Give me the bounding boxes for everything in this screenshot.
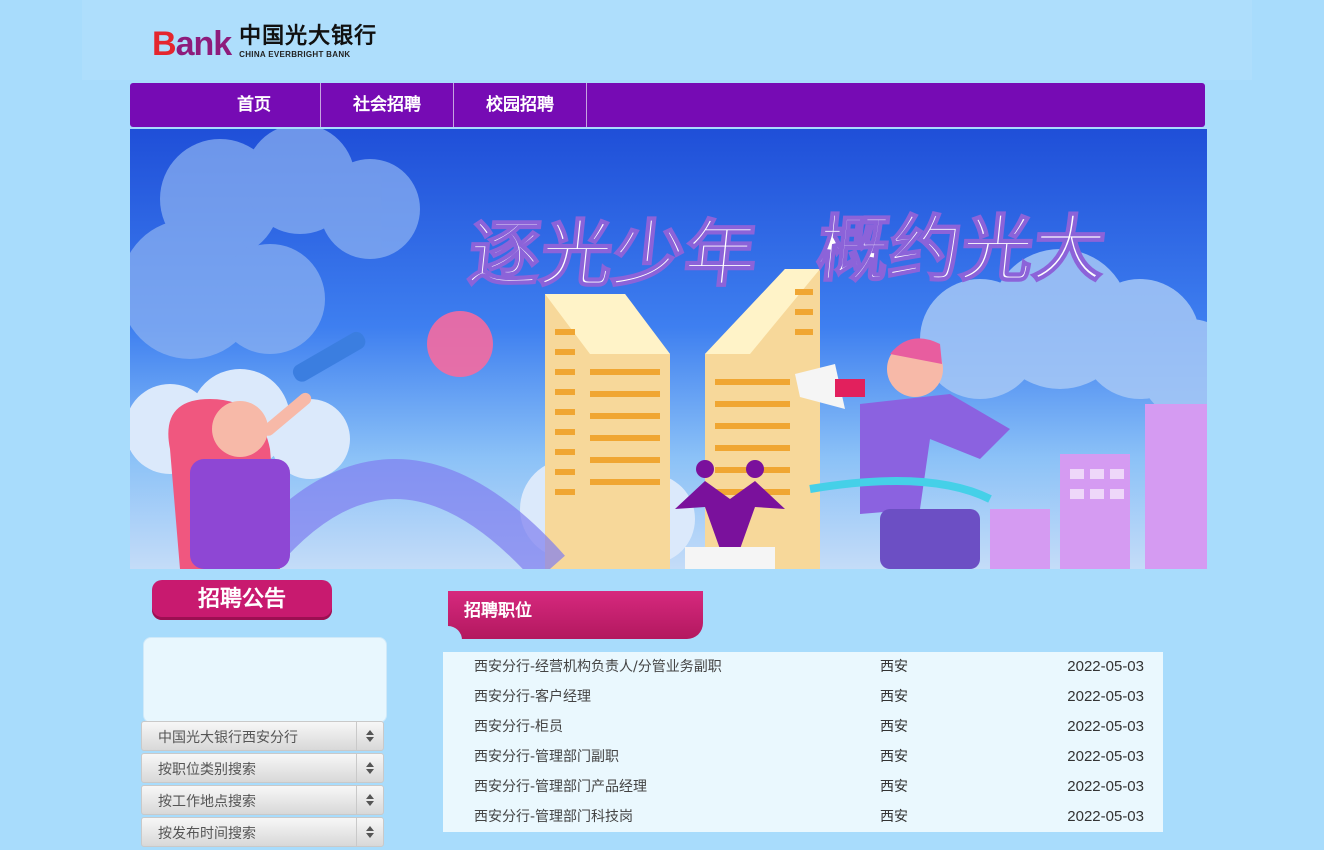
logo-chinese-name: 中国光大银行 bbox=[239, 24, 378, 49]
logo-english-name: CHINA EVERBRIGHT BANK bbox=[239, 50, 351, 59]
job-row[interactable]: 西安分行-客户经理 西安 2022-05-03 bbox=[443, 682, 1163, 712]
job-title[interactable]: 西安分行-客户经理 bbox=[474, 682, 591, 712]
select-arrows-icon bbox=[356, 754, 383, 782]
select-arrows-icon bbox=[356, 786, 383, 814]
job-date: 2022-05-03 bbox=[1067, 658, 1144, 675]
branch-select-value: 中国光大银行西安分行 bbox=[158, 730, 298, 746]
job-city: 西安 bbox=[880, 689, 908, 705]
job-city: 西安 bbox=[880, 809, 908, 825]
banner-slogan-right: 概约光大 bbox=[813, 208, 1110, 292]
notice-panel bbox=[143, 637, 387, 723]
job-category-select[interactable]: 按职位类别搜索 bbox=[141, 753, 384, 783]
job-row[interactable]: 西安分行-管理部门产品经理 西安 2022-05-03 bbox=[443, 772, 1163, 802]
notice-tab[interactable]: 招聘公告 bbox=[152, 580, 332, 620]
job-title[interactable]: 西安分行-管理部门副职 bbox=[474, 742, 619, 772]
publish-time-select-value: 按发布时间搜索 bbox=[158, 826, 256, 842]
work-location-select-value: 按工作地点搜索 bbox=[158, 794, 256, 810]
job-city: 西安 bbox=[880, 719, 908, 735]
select-arrows-icon bbox=[356, 722, 383, 750]
job-row[interactable]: 西安分行-管理部门科技岗 西安 2022-05-03 bbox=[443, 802, 1163, 832]
nav-social-recruitment[interactable]: 社会招聘 bbox=[321, 83, 454, 127]
job-title[interactable]: 西安分行-经营机构负责人/分管业务副职 bbox=[474, 652, 722, 682]
job-date: 2022-05-03 bbox=[1067, 808, 1144, 825]
job-city: 西安 bbox=[880, 749, 908, 765]
job-date: 2022-05-03 bbox=[1067, 718, 1144, 735]
job-date: 2022-05-03 bbox=[1067, 778, 1144, 795]
job-row[interactable]: 西安分行-经营机构负责人/分管业务副职 西安 2022-05-03 bbox=[443, 652, 1163, 682]
select-arrows-icon bbox=[356, 818, 383, 846]
filter-panel: 中国光大银行西安分行 按职位类别搜索 按工作地点搜索 按发布时间搜索 bbox=[141, 721, 384, 849]
job-title[interactable]: 西安分行-管理部门科技岗 bbox=[474, 802, 633, 832]
job-date: 2022-05-03 bbox=[1067, 748, 1144, 765]
banner-slogan-left: 逐光少年 bbox=[464, 213, 761, 297]
job-category-select-value: 按职位类别搜索 bbox=[158, 762, 256, 778]
publish-time-select[interactable]: 按发布时间搜索 bbox=[141, 817, 384, 847]
job-list: 西安分行-经营机构负责人/分管业务副职 西安 2022-05-03 西安分行-客… bbox=[443, 652, 1163, 832]
nav-home[interactable]: 首页 bbox=[188, 83, 321, 127]
jobs-tab[interactable]: 招聘职位 bbox=[448, 591, 703, 640]
job-city: 西安 bbox=[880, 779, 908, 795]
job-title[interactable]: 西安分行-管理部门产品经理 bbox=[474, 772, 647, 802]
logo-bank-wordmark: Bank bbox=[152, 25, 232, 63]
job-date: 2022-05-03 bbox=[1067, 688, 1144, 705]
hero-banner[interactable]: 逐光少年 概约光大 bbox=[130, 129, 1207, 569]
job-row[interactable]: 西安分行-管理部门副职 西安 2022-05-03 bbox=[443, 742, 1163, 772]
work-location-select[interactable]: 按工作地点搜索 bbox=[141, 785, 384, 815]
logo[interactable]: Bank 中国光大银行 CHINA EVERBRIGHT BANK bbox=[152, 24, 377, 64]
job-city: 西安 bbox=[880, 659, 908, 675]
job-row[interactable]: 西安分行-柜员 西安 2022-05-03 bbox=[443, 712, 1163, 742]
main-nav: 首页 社会招聘 校园招聘 bbox=[130, 83, 1205, 127]
branch-select[interactable]: 中国光大银行西安分行 bbox=[141, 721, 384, 751]
nav-campus-recruitment[interactable]: 校园招聘 bbox=[454, 83, 587, 127]
job-title[interactable]: 西安分行-柜员 bbox=[474, 712, 563, 742]
